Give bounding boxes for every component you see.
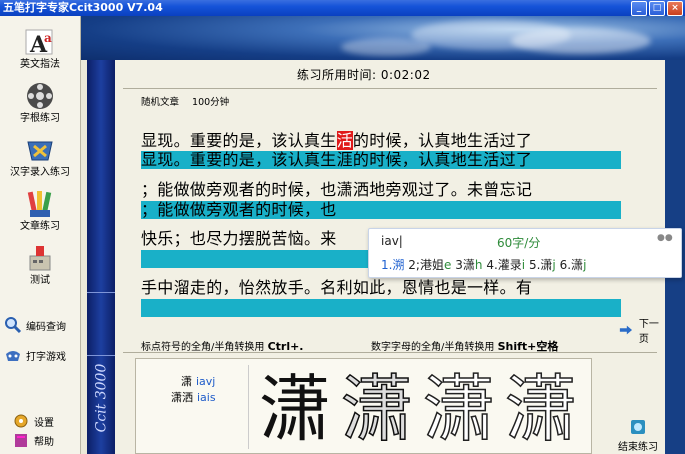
title-bar: 五笔打字专家Ccit3000 V7.04 _ □ × bbox=[0, 0, 685, 16]
test-icon bbox=[29, 246, 51, 271]
next-page-button[interactable]: 下一页 bbox=[619, 315, 665, 345]
hint-char: 潇洒 bbox=[171, 391, 193, 404]
divider bbox=[123, 88, 657, 89]
sidebar-item-article-practice[interactable]: 文章练习 bbox=[0, 188, 80, 233]
sidebar-item-english-fingering[interactable]: A a 英文指法 bbox=[0, 26, 80, 71]
typing-speed: 60字/分 bbox=[497, 236, 541, 250]
divider bbox=[123, 352, 657, 353]
ime-candidate[interactable]: 4.灌录i bbox=[486, 258, 525, 272]
ime-candidate-list: 1.溯 2;港姐e 3潇h 4.灌录i 5.潇j 6.潇j bbox=[381, 256, 586, 273]
hint-code: iais bbox=[197, 391, 216, 404]
hint-word-2: 潇洒 iais bbox=[171, 389, 216, 405]
tip-punctuation: 标点符号的全角/半角转换用 Ctrl+. bbox=[141, 338, 303, 353]
ime-candidate[interactable]: 2;港姐e bbox=[408, 258, 451, 272]
article-info: 随机文章 100分钟 bbox=[141, 94, 239, 108]
film-reel-icon bbox=[27, 83, 53, 109]
ime-candidate-window: iav| 60字/分 ●● 1.溯 2;港姐e 3潇h 4.灌录i 5.潇j 6… bbox=[368, 228, 682, 278]
sidebar-link-label: 帮助 bbox=[34, 436, 54, 448]
sidebar-item-radical-practice[interactable]: 字根练习 bbox=[0, 80, 80, 125]
end-practice-label: 结束练习 bbox=[618, 442, 658, 453]
code-hint-panel: 潇 iavj 潇洒 iais 潇 潇 潇 潇 bbox=[135, 358, 592, 454]
arrow-right-icon bbox=[619, 325, 633, 335]
ime-candidate[interactable]: 1.溯 bbox=[381, 258, 404, 272]
hint-char: 潇 bbox=[181, 375, 192, 388]
window-title: 五笔打字专家Ccit3000 V7.04 bbox=[3, 1, 163, 14]
sidebar-link-label: 编码查询 bbox=[26, 321, 66, 333]
gamepad-icon bbox=[6, 351, 20, 361]
sidebar: A a 英文指法 字根练习 汉字录入练习 文章练习 测试 编码查询 打字游戏 设… bbox=[0, 16, 81, 454]
letter-a-icon: A a bbox=[25, 29, 53, 58]
close-button[interactable]: × bbox=[667, 1, 683, 16]
vertical-logo-strip: Ccit 3000 bbox=[87, 60, 115, 454]
source-line-4: 手中溜走的，怡然放手。名利如此，恩情也是一样。有 bbox=[141, 278, 533, 297]
sidebar-link-label: 打字游戏 bbox=[26, 351, 66, 363]
sidebar-link-help[interactable]: 帮助 bbox=[12, 431, 54, 449]
hint-code: iavj bbox=[196, 375, 216, 388]
current-char: 活 bbox=[336, 131, 353, 150]
ime-menu-dots[interactable]: ●● bbox=[657, 233, 673, 243]
end-practice-icon bbox=[631, 420, 645, 434]
keyboard-icon bbox=[27, 141, 53, 161]
source-line-1: 显现。重要的是，该认真生活的时候，认真地生活过了 bbox=[141, 131, 621, 150]
typed-line-1[interactable]: 显现。重要的是，该认真生涯的时候，认真地生活过了 bbox=[141, 151, 621, 169]
sidebar-item-label: 字根练习 bbox=[20, 113, 60, 124]
sidebar-item-label: 测试 bbox=[30, 275, 50, 286]
source-line-2: ；能做做旁观者的时候，也潇洒地旁观过了。未曾忘记 bbox=[141, 180, 533, 199]
source-text: 显现。重要的是，该认真生 bbox=[141, 131, 337, 150]
source-text: 的时候，认真地生活过了 bbox=[352, 131, 533, 150]
sidebar-item-label: 文章练习 bbox=[20, 221, 60, 232]
svg-text:a: a bbox=[44, 31, 52, 45]
sidebar-item-test[interactable]: 测试 bbox=[0, 242, 80, 287]
article-type: 随机文章 bbox=[141, 97, 180, 108]
ime-candidate[interactable]: 3潇h bbox=[455, 258, 482, 272]
maximize-button[interactable]: □ bbox=[649, 1, 665, 16]
sidebar-link-label: 设置 bbox=[34, 417, 54, 429]
sidebar-item-label: 汉字录入练习 bbox=[10, 167, 70, 178]
sidebar-item-chinese-input[interactable]: 汉字录入练习 bbox=[0, 134, 80, 179]
magnifier-icon bbox=[5, 317, 22, 334]
glyph-stage-2: 潇 bbox=[419, 368, 499, 450]
glyph-stage-1: 潇 bbox=[340, 367, 414, 451]
typed-line-2: ；能做做旁观者的时候，也 bbox=[141, 200, 337, 219]
sidebar-link-settings[interactable]: 设置 bbox=[12, 412, 54, 430]
speed-target: 100分钟 bbox=[192, 97, 230, 108]
glyph-stage-3: 潇 bbox=[504, 367, 578, 451]
sidebar-item-label: 英文指法 bbox=[20, 59, 60, 70]
settings-icon bbox=[14, 414, 28, 428]
glyph-full: 潇 bbox=[258, 367, 331, 451]
vertical-logo-text: Ccit 3000 bbox=[93, 363, 110, 433]
pencils-icon bbox=[27, 191, 52, 217]
hint-word-1: 潇 iavj bbox=[181, 373, 215, 389]
help-book-icon bbox=[15, 434, 27, 447]
next-page-label: 下一页 bbox=[638, 319, 659, 345]
header-banner bbox=[81, 16, 685, 60]
minimize-button[interactable]: _ bbox=[631, 1, 647, 16]
radical-breakdown: 潇 潇 潇 潇 bbox=[248, 365, 589, 451]
ime-candidate[interactable]: 6.潇j bbox=[560, 258, 587, 272]
sidebar-link-typing-game[interactable]: 打字游戏 bbox=[4, 346, 66, 364]
end-practice-button[interactable]: 结束练习 bbox=[618, 418, 658, 453]
ime-candidate[interactable]: 5.潇j bbox=[529, 258, 556, 272]
typing-bar-4[interactable] bbox=[141, 299, 621, 317]
elapsed-time: 练习所用时间: 0:02:02 bbox=[297, 68, 431, 82]
sidebar-link-code-lookup[interactable]: 编码查询 bbox=[4, 316, 66, 334]
ime-input-code: iav| bbox=[381, 234, 403, 248]
